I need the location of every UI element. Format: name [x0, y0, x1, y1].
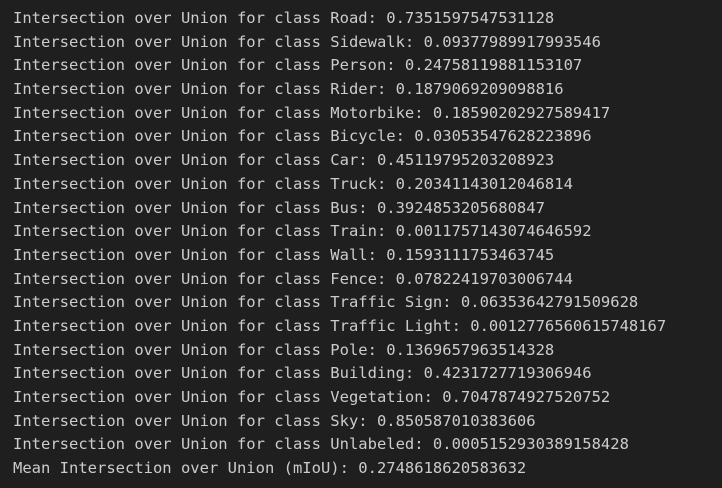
- iou-line-traffic-sign: Intersection over Union for class Traffi…: [13, 293, 639, 312]
- iou-line-motorbike: Intersection over Union for class Motorb…: [13, 103, 611, 122]
- iou-line-building: Intersection over Union for class Buildi…: [13, 364, 592, 383]
- mean-iou-line: Mean Intersection over Union (mIoU): 0.2…: [13, 459, 527, 478]
- iou-line-road: Intersection over Union for class Road: …: [13, 9, 555, 27]
- iou-line-person: Intersection over Union for class Person…: [13, 56, 583, 75]
- iou-line-sky: Intersection over Union for class Sky: 0…: [13, 411, 536, 430]
- iou-line-bicycle: Intersection over Union for class Bicycl…: [13, 127, 592, 146]
- console-output: Intersection over Union for class Road: …: [0, 0, 722, 488]
- iou-line-vegetation: Intersection over Union for class Vegeta…: [13, 388, 611, 406]
- iou-line-rider: Intersection over Union for class Rider:…: [13, 80, 564, 99]
- iou-line-truck: Intersection over Union for class Truck:…: [13, 174, 573, 193]
- iou-line-pole: Intersection over Union for class Pole: …: [13, 340, 555, 359]
- iou-line-bus: Intersection over Union for class Bus: 0…: [13, 198, 545, 217]
- iou-line-sidewalk: Intersection over Union for class Sidewa…: [13, 32, 601, 51]
- iou-line-car: Intersection over Union for class Car: 0…: [13, 151, 555, 170]
- iou-line-train: Intersection over Union for class Train:…: [13, 222, 592, 241]
- iou-line-wall: Intersection over Union for class Wall: …: [13, 245, 555, 264]
- iou-line-traffic-light: Intersection over Union for class Traffi…: [13, 316, 667, 335]
- iou-line-unlabeled: Intersection over Union for class Unlabe…: [13, 435, 629, 454]
- iou-line-fence: Intersection over Union for class Fence:…: [13, 269, 573, 288]
